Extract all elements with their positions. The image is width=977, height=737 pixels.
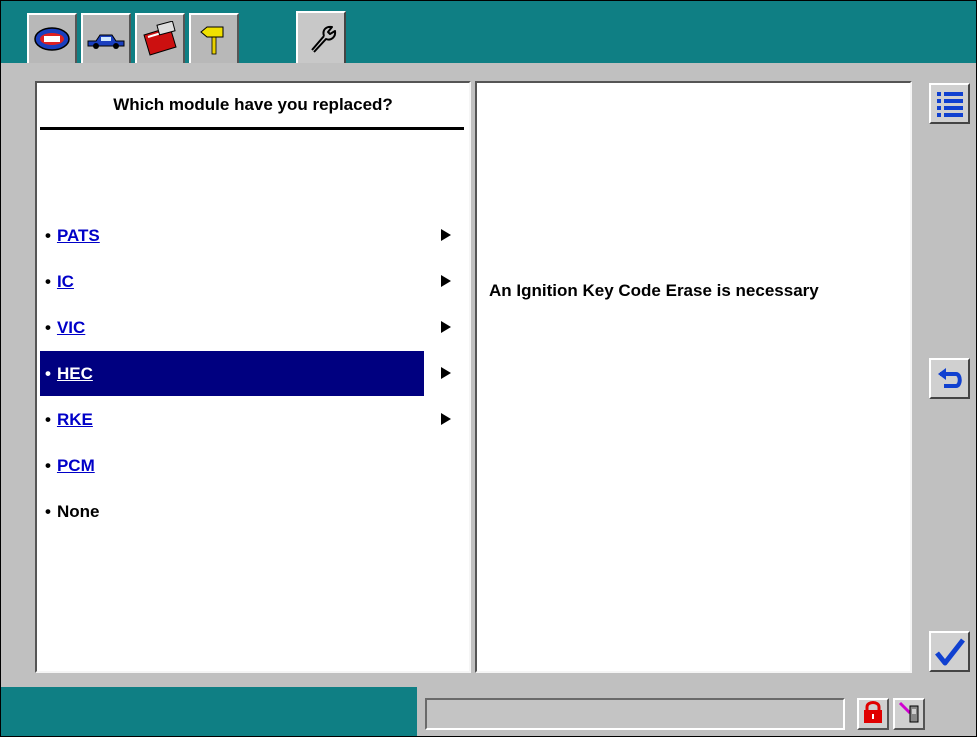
bullet: •	[45, 501, 51, 521]
communication-button[interactable]	[893, 698, 925, 730]
confirm-button[interactable]	[929, 631, 970, 672]
status-bar	[1, 687, 976, 736]
ids-logo-icon	[33, 24, 71, 54]
tab-signpost[interactable]	[189, 13, 239, 63]
bullet: •	[45, 455, 51, 475]
submenu-arrow-icon[interactable]	[441, 275, 451, 287]
option-hec[interactable]: • HEC	[40, 351, 424, 396]
status-text-field	[425, 698, 845, 730]
option-label[interactable]: VIC	[57, 318, 85, 338]
option-label[interactable]: PATS	[57, 226, 100, 246]
option-label[interactable]: HEC	[57, 364, 93, 384]
question-title: Which module have you replaced?	[113, 95, 393, 114]
tab-vehicle[interactable]	[81, 13, 131, 63]
workspace: Which module have you replaced? • PATS • IC…	[1, 63, 976, 687]
status-area	[417, 687, 976, 736]
checkmark-icon	[934, 637, 966, 667]
option-rke[interactable]: • RKE	[40, 397, 424, 442]
list-button[interactable]	[929, 83, 970, 124]
info-message: An Ignition Key Code Erase is necessary	[489, 281, 819, 300]
bullet: •	[45, 225, 51, 245]
option-label[interactable]: PCM	[57, 456, 95, 476]
option-pcm[interactable]: • PCM	[40, 443, 424, 488]
tab-ids-logo[interactable]	[27, 13, 77, 63]
tab-toolbox[interactable]	[135, 13, 185, 63]
option-vic[interactable]: • VIC	[40, 305, 424, 350]
option-label: None	[56, 501, 100, 521]
communication-icon	[898, 700, 920, 729]
submenu-arrow-icon[interactable]	[441, 367, 451, 379]
bullet: •	[45, 409, 51, 429]
back-button[interactable]	[929, 358, 970, 399]
signpost-icon	[197, 22, 231, 56]
option-label[interactable]: IC	[57, 272, 74, 292]
application-window: Which module have you replaced? • PATS • IC…	[1, 1, 976, 736]
vehicle-icon	[86, 27, 126, 51]
tab-wrench[interactable]	[296, 11, 346, 65]
return-icon	[936, 366, 964, 392]
option-ic[interactable]: • IC	[40, 259, 424, 304]
padlock-icon	[862, 700, 884, 729]
option-pats[interactable]: • PATS	[40, 213, 424, 258]
title-divider	[40, 127, 464, 130]
toolbox-icon	[140, 21, 180, 57]
list-icon	[935, 89, 965, 119]
submenu-arrow-icon[interactable]	[441, 321, 451, 333]
lock-button[interactable]	[857, 698, 889, 730]
submenu-arrow-icon[interactable]	[441, 413, 451, 425]
question-panel: Which module have you replaced? • PATS • IC…	[35, 81, 471, 673]
info-panel: An Ignition Key Code Erase is necessary	[475, 81, 912, 673]
option-none[interactable]: • None	[40, 489, 424, 534]
bullet: •	[45, 363, 51, 383]
top-toolbar	[1, 1, 976, 65]
bullet: •	[45, 271, 51, 291]
submenu-arrow-icon[interactable]	[441, 229, 451, 241]
bullet: •	[45, 317, 51, 337]
option-label[interactable]: RKE	[57, 410, 93, 430]
wrench-icon	[304, 22, 338, 56]
